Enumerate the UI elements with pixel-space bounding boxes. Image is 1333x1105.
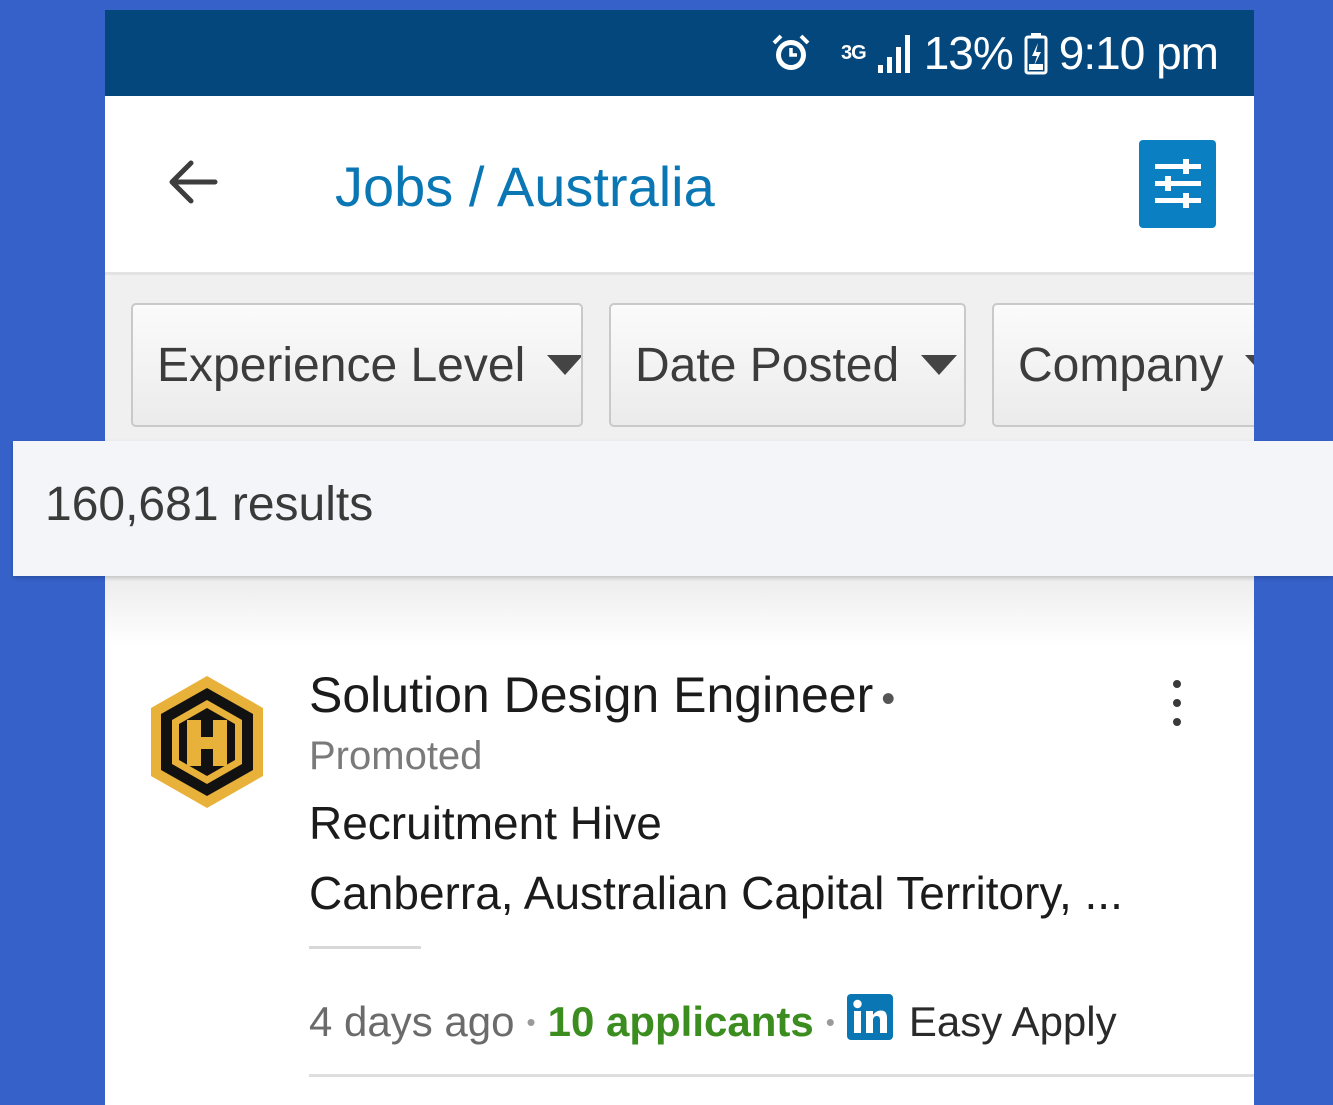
page-title: Jobs / Australia: [335, 155, 715, 218]
separator-dot: •: [881, 677, 896, 721]
back-button[interactable]: [163, 152, 223, 212]
more-options-button[interactable]: [1165, 676, 1189, 730]
job-title-text: Solution Design Engineer: [309, 667, 874, 723]
battery-percent: 13%: [923, 27, 1014, 79]
applicant-count: 10 applicants: [547, 998, 814, 1045]
separator-dot: •: [825, 1006, 835, 1037]
filter-experience-level[interactable]: Experience Level: [131, 303, 583, 427]
battery-icon: [1023, 31, 1049, 75]
filter-date-posted[interactable]: Date Posted: [609, 303, 966, 427]
sliders-icon: [1155, 159, 1201, 208]
filter-label: Date Posted: [635, 338, 900, 392]
signal-icon: [876, 31, 914, 75]
clock-time: 9:10 pm: [1058, 27, 1219, 79]
filter-label: Company: [1018, 338, 1224, 392]
easy-apply-label: Easy Apply: [908, 998, 1117, 1045]
filter-company[interactable]: Company: [992, 303, 1254, 427]
company-name: Recruitment Hive: [309, 797, 662, 849]
caret-down-icon: [921, 355, 958, 375]
app-bar: Jobs / Australia: [105, 96, 1254, 275]
vertical-dots-icon: [1173, 680, 1181, 726]
status-bar: 3G 13% 9:10 pm: [105, 10, 1254, 96]
job-meta: 4 days ago • 10 applicants • Easy Apply: [309, 994, 1117, 1050]
divider: [309, 1074, 1254, 1077]
promoted-label: Promoted: [309, 734, 483, 778]
results-count: 160,681 results: [45, 478, 374, 531]
company-logo: [149, 674, 265, 810]
caret-down-icon: [1245, 355, 1254, 375]
alarm-icon: [769, 31, 813, 75]
filter-bar: Experience Level Date Posted Company: [105, 275, 1254, 455]
results-banner: 160,681 results: [13, 441, 1333, 576]
all-filters-button[interactable]: [1139, 140, 1216, 228]
divider: [309, 946, 421, 949]
job-location: Canberra, Australian Capital Territory, …: [309, 867, 1123, 919]
network-type: 3G: [841, 42, 867, 64]
caret-down-icon: [547, 355, 581, 375]
job-card[interactable]: Solution Design Engineer • Promoted Recru…: [105, 576, 1254, 1105]
filter-label: Experience Level: [157, 338, 526, 392]
linkedin-icon: [846, 994, 893, 1050]
separator-dot: •: [526, 1006, 536, 1037]
job-title[interactable]: Solution Design Engineer •: [309, 666, 895, 724]
status-icons: 3G 13% 9:10 pm: [769, 24, 1219, 82]
posted-age: 4 days ago: [309, 998, 515, 1045]
arrow-left-icon: [169, 160, 218, 204]
